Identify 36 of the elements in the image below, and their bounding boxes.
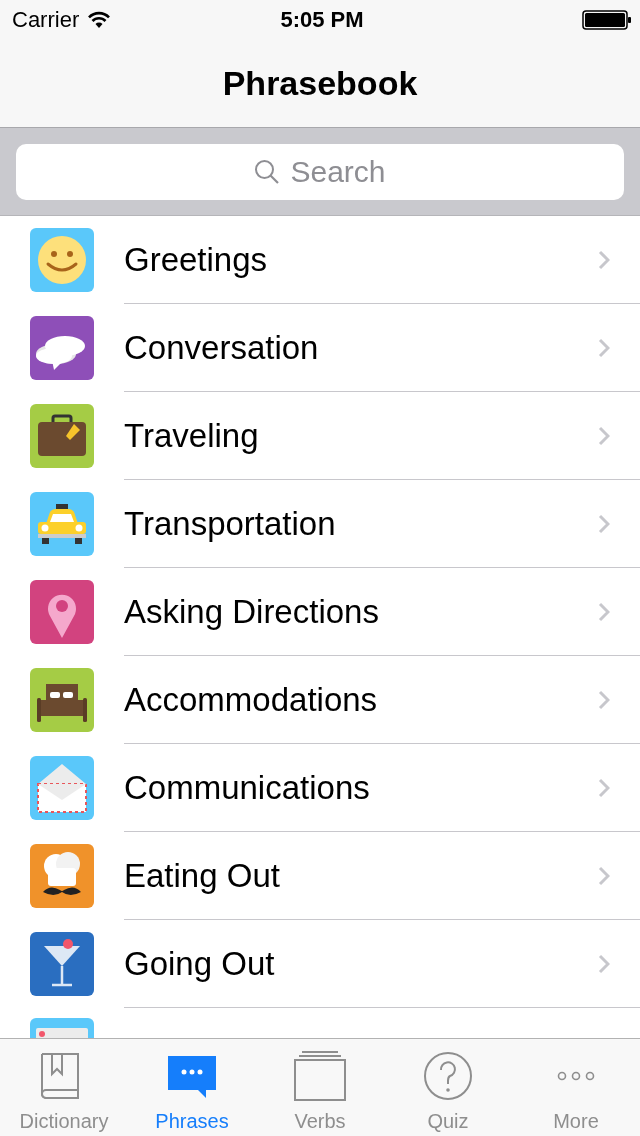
category-label: Accommodations <box>124 680 378 719</box>
more-icon <box>557 1071 595 1081</box>
category-row[interactable]: Communications <box>0 744 640 832</box>
category-label: Conversation <box>124 328 319 367</box>
category-row[interactable]: Eating Out <box>0 832 640 920</box>
chevron-icon <box>598 513 610 534</box>
wifi-icon <box>87 11 112 29</box>
category-row[interactable]: Greetings <box>0 216 640 304</box>
chevron-icon <box>598 689 610 710</box>
screen-title: Phrasebook <box>222 64 418 103</box>
battery-icon <box>582 10 632 30</box>
category-label: Communications <box>124 768 370 807</box>
chevron-icon <box>598 953 610 974</box>
category-row[interactable]: Transportation <box>0 480 640 568</box>
chevron-icon <box>598 249 610 270</box>
category-row[interactable]: Accommodations <box>0 656 640 744</box>
category-label: Going Out <box>124 944 275 983</box>
chevron-icon <box>598 425 610 446</box>
category-row[interactable]: Asking Directions <box>0 568 640 656</box>
category-row[interactable]: Going Out <box>0 920 640 1008</box>
category-row[interactable]: Conversation <box>0 304 640 392</box>
category-label: Traveling <box>124 416 259 455</box>
category-label: Transportation <box>124 504 336 543</box>
tab[interactable]: Phrases <box>128 1039 256 1136</box>
search-icon <box>254 158 281 185</box>
carrier-label: Carrier <box>12 7 80 33</box>
chevron-icon <box>598 777 610 798</box>
time-label: 5:05 PM <box>280 7 364 33</box>
chevron-icon <box>598 337 610 358</box>
category-row[interactable]: Traveling <box>0 392 640 480</box>
chevron-icon <box>598 865 610 886</box>
category-label: Greetings <box>124 240 268 279</box>
search-placeholder: Search <box>290 154 386 189</box>
category-label: Asking Directions <box>124 592 379 631</box>
chevron-icon <box>598 601 610 622</box>
category-label: Eating Out <box>124 856 280 895</box>
